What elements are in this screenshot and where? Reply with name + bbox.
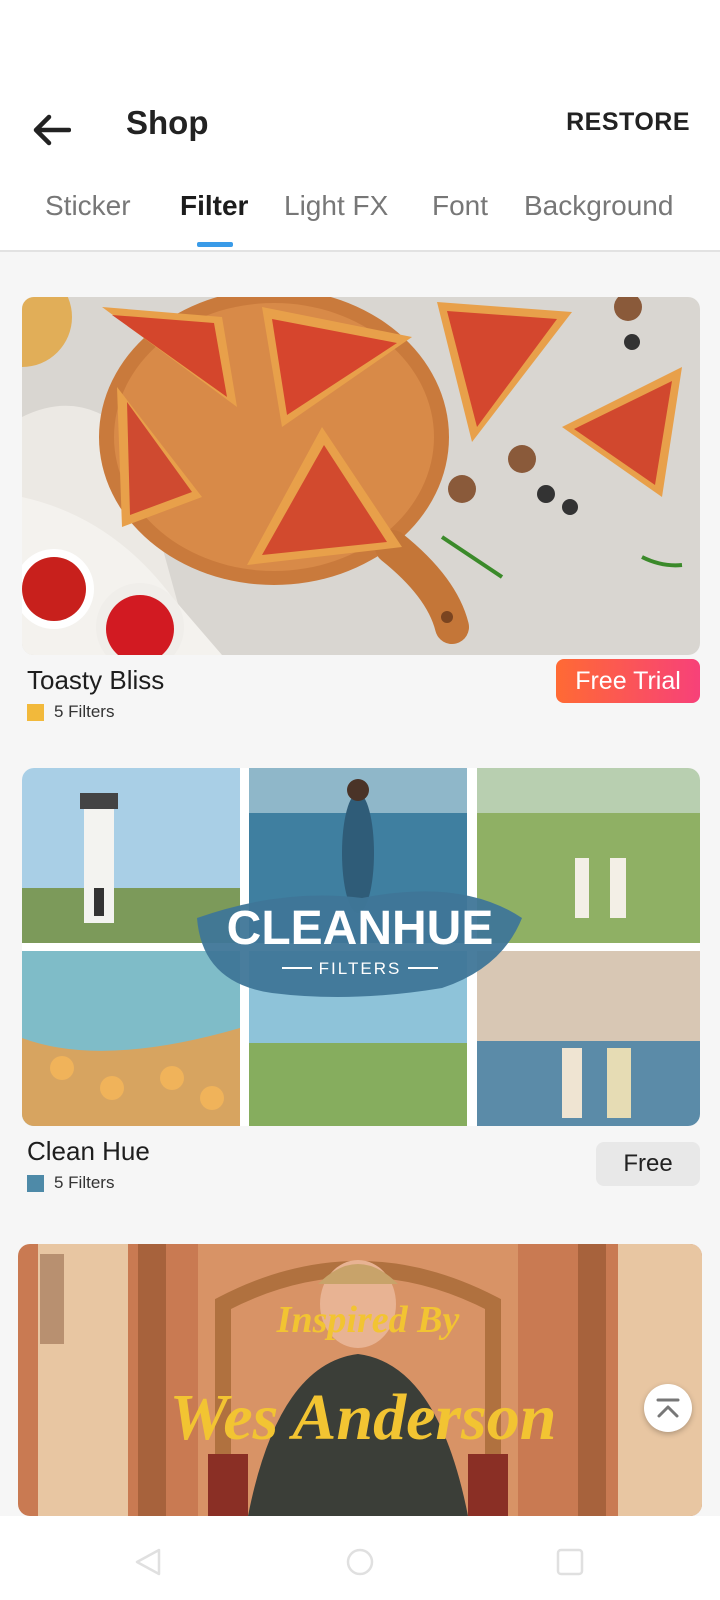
filter-pack-card-clean-hue[interactable]: CLEANHUE FILTERS Clean Hue 5 Filters Fre… <box>22 768 700 1208</box>
back-button[interactable] <box>22 102 78 158</box>
tab-font[interactable]: Font <box>432 190 488 250</box>
tab-background[interactable]: Background <box>524 190 673 250</box>
free-button[interactable]: Free <box>596 1142 700 1186</box>
circle-home-icon <box>346 1548 374 1576</box>
nav-recents-button[interactable] <box>550 1542 590 1582</box>
tab-sticker[interactable]: Sticker <box>45 190 131 250</box>
pack-image-subtitle: FILTERS <box>319 959 402 978</box>
free-trial-button[interactable]: Free Trial <box>556 659 700 703</box>
status-bar <box>0 0 720 90</box>
pack-filter-count: 5 Filters <box>54 1173 115 1192</box>
tab-filter[interactable]: Filter <box>180 190 248 250</box>
active-tab-indicator <box>197 242 233 247</box>
triangle-back-icon <box>135 1548 161 1576</box>
pack-thumbnail-wes-anderson[interactable]: Inspired By Wes Anderson <box>18 1244 702 1516</box>
pack-filter-count: 5 Filters <box>54 702 115 721</box>
pack-image-line1: Inspired By <box>276 1299 460 1341</box>
pack-meta: 5 Filters <box>27 702 114 722</box>
square-recents-icon <box>556 1548 584 1576</box>
category-tabs: Sticker Filter Light FX Font Background <box>0 190 720 250</box>
scroll-to-top-button[interactable] <box>644 1384 692 1432</box>
filter-pack-card-toasty-bliss[interactable]: Toasty Bliss 5 Filters Free Trial <box>22 297 700 737</box>
chevron-up-double-icon <box>656 1398 680 1418</box>
pack-thumbnail-cleanhue[interactable]: CLEANHUE FILTERS <box>22 768 700 1126</box>
tab-light-fx[interactable]: Light FX <box>284 190 388 250</box>
pack-image-line2: Wes Anderson <box>170 1381 557 1454</box>
pack-color-swatch <box>27 703 44 721</box>
restore-button[interactable]: RESTORE <box>566 108 690 137</box>
nav-back-button[interactable] <box>128 1542 168 1582</box>
pack-image-title: CLEANHUE <box>227 902 494 955</box>
page-title: Shop <box>126 104 209 141</box>
system-navigation-bar <box>0 1516 720 1600</box>
nav-home-button[interactable] <box>340 1542 380 1582</box>
pack-thumbnail-pizza[interactable] <box>22 297 700 655</box>
top-app-bar: Shop RESTORE Sticker Filter Light FX Fon… <box>0 90 720 252</box>
pack-meta: 5 Filters <box>27 1173 114 1193</box>
arrow-left-icon <box>33 114 71 146</box>
filter-pack-card-wes-anderson[interactable]: Inspired By Wes Anderson <box>18 1244 702 1516</box>
pack-name: Clean Hue <box>27 1136 150 1166</box>
pack-color-swatch <box>27 1174 44 1192</box>
pack-name: Toasty Bliss <box>27 665 165 695</box>
